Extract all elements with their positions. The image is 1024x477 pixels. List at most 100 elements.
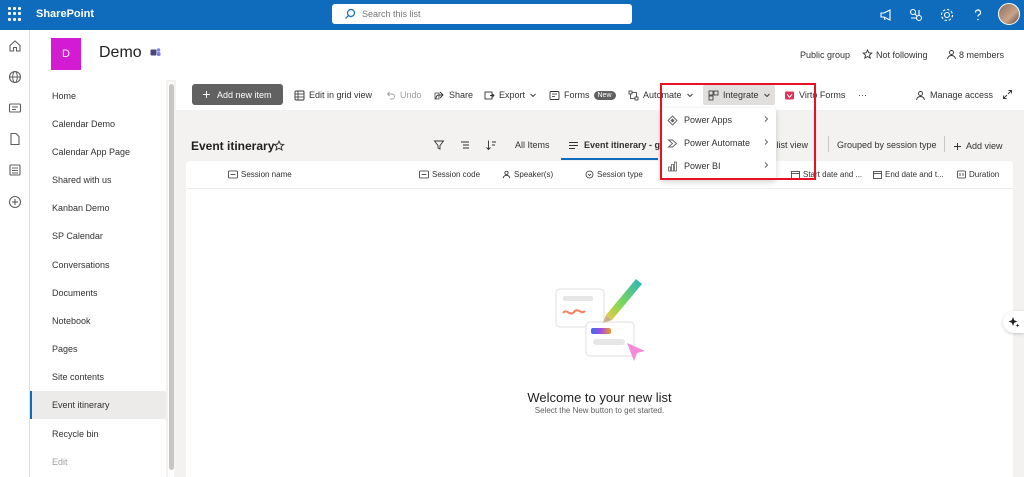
nav-item-kanban-demo[interactable]: Kanban Demo [30,194,166,222]
share-icon [434,91,444,99]
edit-grid-view-button[interactable]: Edit in grid view [294,87,372,103]
view-tab-active[interactable]: Event itinerary - gr [561,134,664,160]
column-header-session-name[interactable]: Session name [228,170,292,179]
app-bar [0,30,30,477]
menu-item-power-automate[interactable]: Power Automate [661,132,776,154]
power-apps-icon [667,114,678,126]
news-icon[interactable] [8,101,22,115]
integrate-button[interactable]: Integrate [708,87,771,103]
column-header-start-date[interactable]: Start date and ... [791,170,862,179]
power-bi-icon [668,161,677,171]
column-label: Session name [241,170,292,179]
nav-item-pages[interactable]: Pages [30,335,166,363]
column-header-speakers[interactable]: Speaker(s) [502,170,553,179]
export-button[interactable]: Export [484,87,537,103]
virto-forms-icon [785,91,794,99]
group-icon[interactable] [459,139,471,151]
share-network-icon[interactable] [908,7,924,23]
menu-item-power-bi[interactable]: Power BI [661,155,776,177]
globe-icon[interactable] [8,70,22,84]
manage-access-label: Manage access [930,90,994,100]
search-input[interactable] [362,7,612,21]
gear-icon[interactable] [939,7,955,23]
site-title[interactable]: Demo [99,44,142,62]
site-logo[interactable]: D [51,38,81,70]
automate-icon [628,90,639,100]
nav-item-documents[interactable]: Documents [30,279,166,307]
share-button[interactable]: Share [434,87,473,103]
power-automate-icon [667,139,678,147]
filter-icon[interactable] [433,139,445,151]
list-icon[interactable] [8,163,22,177]
new-badge: New [593,90,616,100]
column-header-end-date[interactable]: End date and t... [873,170,944,179]
forms-button[interactable]: Forms New [549,87,616,103]
add-new-item-button[interactable]: Add new item [192,84,283,105]
more-commands-button[interactable]: ··· [858,87,867,103]
nav-item-recycle-bin[interactable]: Recycle bin [30,420,166,448]
teams-icon[interactable] [150,47,161,58]
expand-icon[interactable] [1002,89,1013,100]
follow-button[interactable]: Not following [876,50,928,60]
empty-list-illustration [555,279,645,361]
nav-item-site-contents[interactable]: Site contents [30,363,166,391]
command-bar: Add new item Edit in grid view Undo Shar… [176,80,1024,110]
chevron-right-icon [764,139,769,145]
view-tab-grouped[interactable]: Grouped by session type [837,140,937,150]
app-launcher-icon[interactable] [8,7,22,21]
add-view-label: Add view [966,141,1003,151]
column-label: Session type [597,170,643,179]
manage-access-button[interactable]: Manage access [915,87,993,103]
star-icon[interactable] [862,49,873,60]
view-tab-all-items[interactable]: All Items [515,140,550,150]
text-field-icon [419,170,429,179]
number-icon [957,170,966,179]
column-header-session-code[interactable]: Session code [419,170,480,179]
chevron-down-icon [763,93,770,98]
nav-item-event-itinerary[interactable]: Event itinerary [30,391,166,419]
nav-item-home[interactable]: Home [30,82,166,110]
undo-button[interactable]: Undo [385,87,422,103]
create-icon[interactable] [8,195,22,209]
column-label: Session code [432,170,481,179]
search-box[interactable] [332,4,632,24]
nav-edit-link[interactable]: Edit [30,448,166,476]
document-icon[interactable] [8,132,22,146]
sort-icon[interactable] [485,139,497,151]
home-icon[interactable] [8,39,22,53]
nav-item-conversations[interactable]: Conversations [30,251,166,279]
add-new-item-label: Add new item [217,89,272,100]
add-view-button[interactable]: Add view [953,138,1003,154]
person-icon [916,90,925,100]
nav-item-calendar-demo[interactable]: Calendar Demo [30,110,166,138]
nav-item-notebook[interactable]: Notebook [30,307,166,335]
nav-item-sp-calendar[interactable]: SP Calendar [30,222,166,250]
undo-label: Undo [400,90,422,100]
edit-grid-view-label: Edit in grid view [309,90,373,100]
virto-forms-button[interactable]: Virto Forms [784,87,845,103]
export-icon [484,91,495,99]
avatar[interactable] [998,3,1020,25]
megaphone-icon[interactable] [879,7,895,23]
list-view-icon [569,142,578,149]
members-icon [947,50,956,60]
menu-item-power-apps[interactable]: Power Apps [661,109,776,131]
app-name[interactable]: SharePoint [36,8,94,20]
chevron-right-icon [764,116,769,122]
site-header: D Demo Public group Not following 8 memb… [30,30,1024,80]
virto-forms-label: Virto Forms [799,90,846,100]
plus-icon [203,91,210,98]
column-header-duration[interactable]: Duration [957,170,999,179]
integrate-label: Integrate [723,90,759,100]
members-button[interactable]: 8 members [959,50,1004,60]
nav-item-calendar-app-page[interactable]: Calendar App Page [30,138,166,166]
nav-scrollbar[interactable] [168,82,174,477]
column-label: Duration [969,170,1000,179]
nav-item-shared-with-us[interactable]: Shared with us [30,166,166,194]
grid-icon [294,90,305,100]
column-header-session-type[interactable]: Session type [585,170,643,179]
automate-button[interactable]: Automate [628,87,694,103]
help-icon[interactable] [970,7,986,23]
copilot-button[interactable] [1003,311,1024,333]
favorite-star-icon[interactable] [273,140,285,152]
